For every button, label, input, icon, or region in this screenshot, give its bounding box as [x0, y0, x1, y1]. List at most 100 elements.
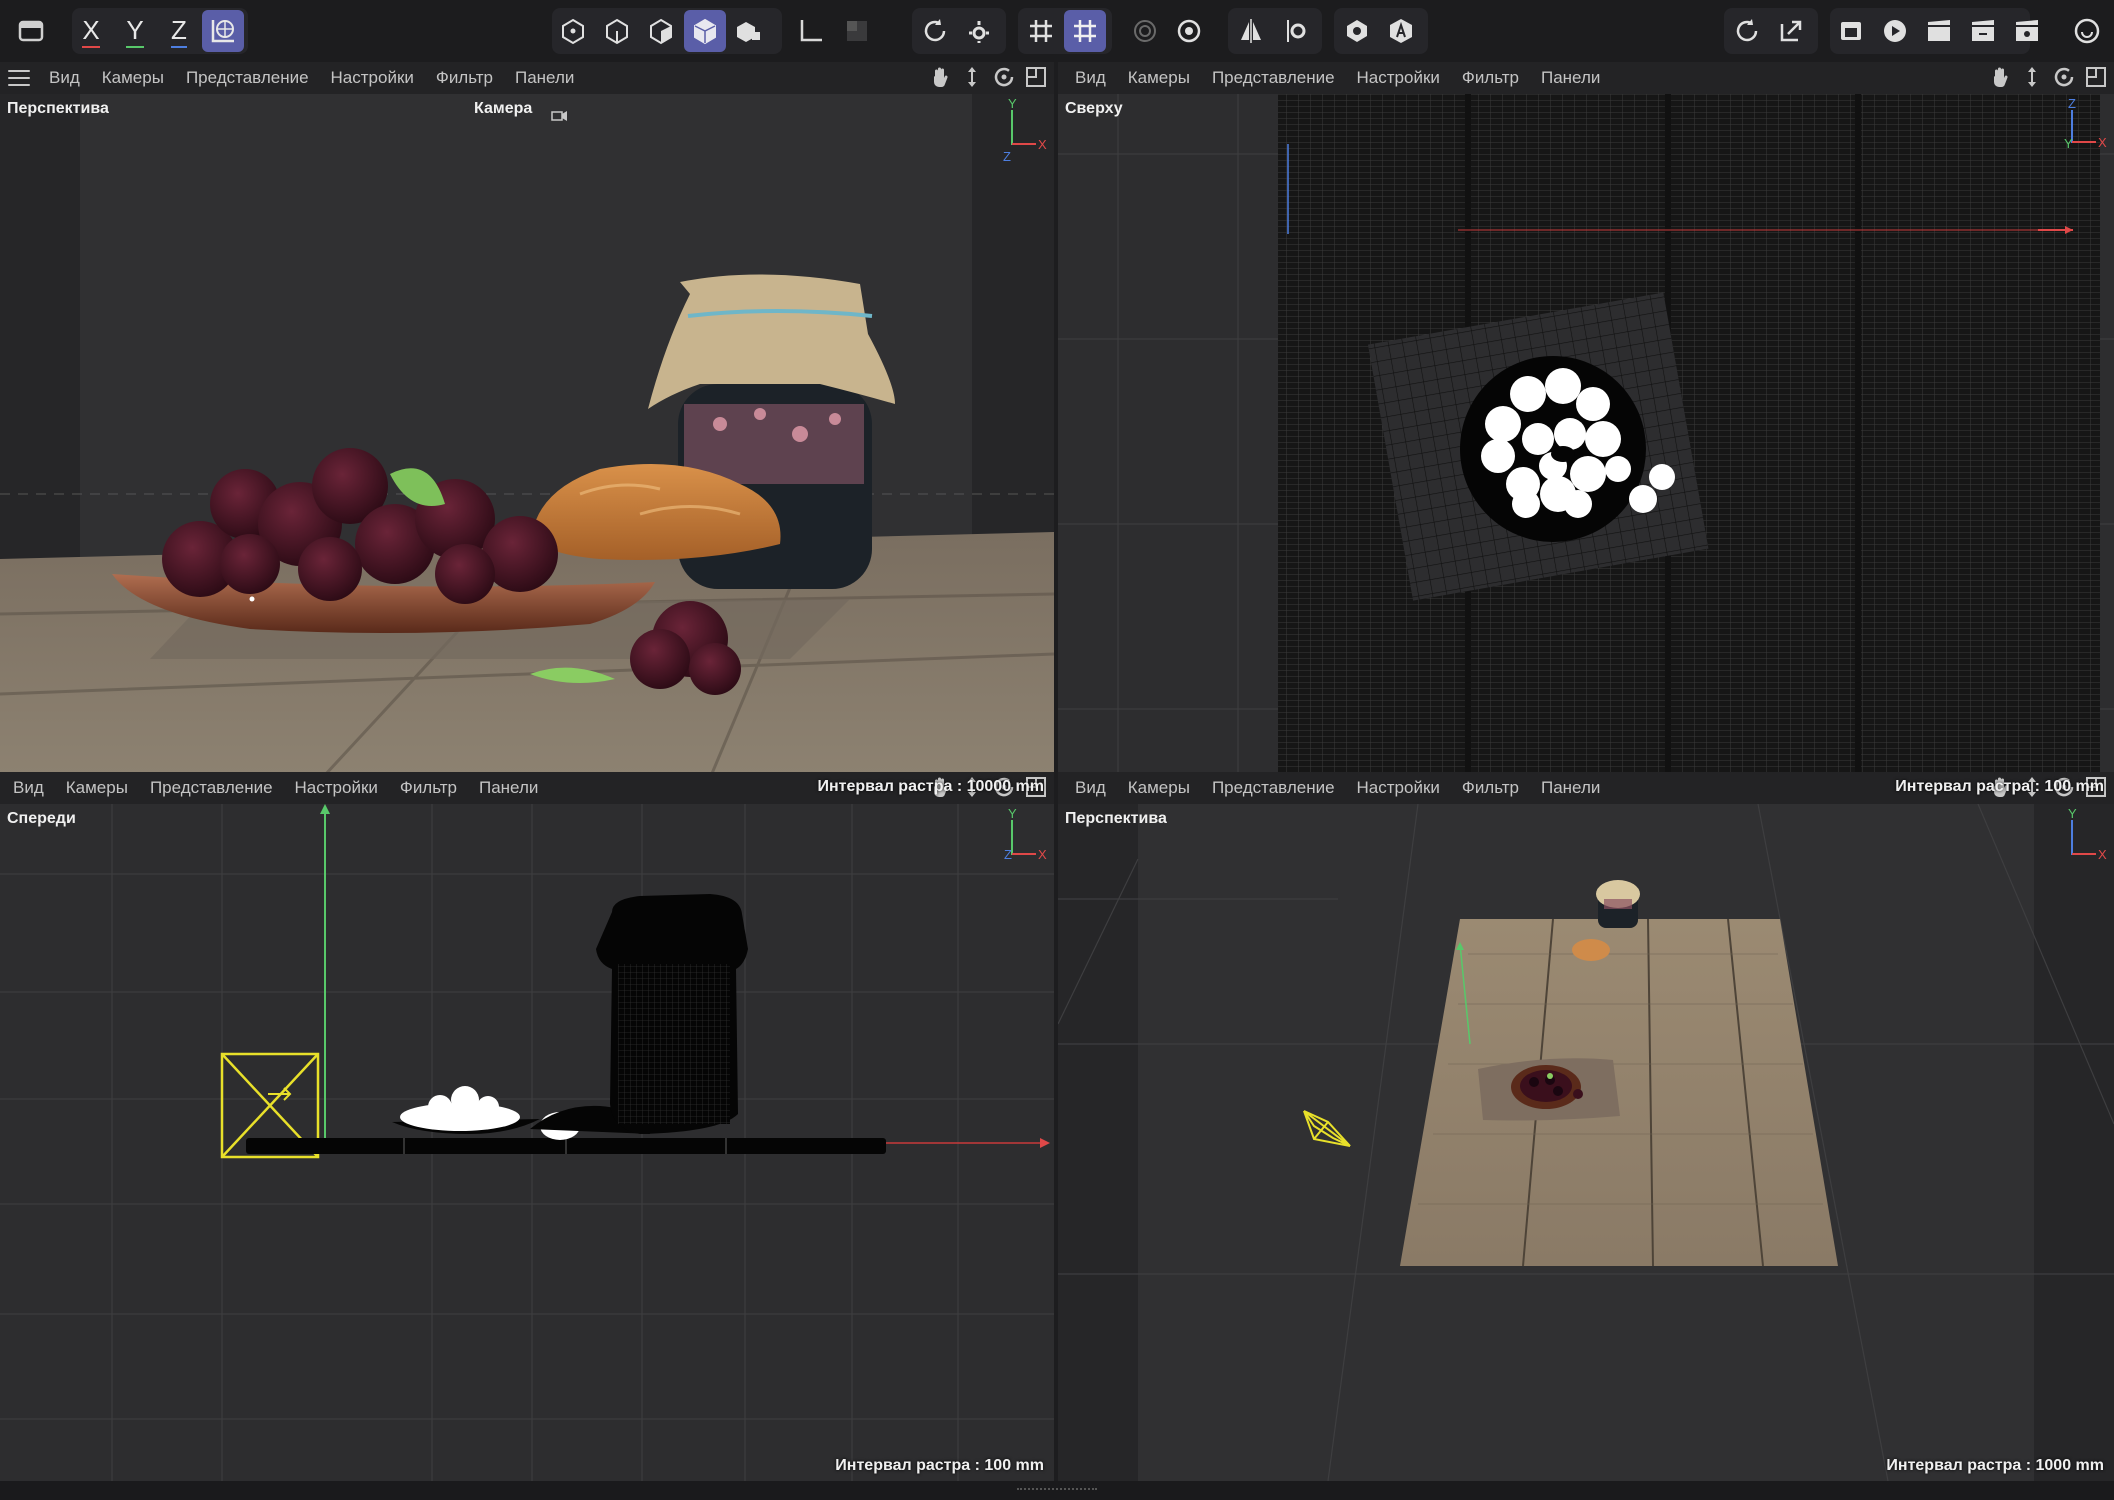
y-axis-lock[interactable]: Y — [114, 10, 156, 52]
menu-filter[interactable]: Фильтр — [1451, 68, 1530, 88]
z-axis-label: Z — [171, 15, 187, 48]
refresh-icon[interactable] — [1726, 10, 1768, 52]
menu-options[interactable]: Настройки — [320, 68, 425, 88]
edges-mode-icon[interactable] — [596, 10, 638, 52]
undo-redo-icon[interactable] — [10, 10, 52, 52]
z-axis-lock[interactable]: Z — [158, 10, 200, 52]
gizmo-x-label: X — [2098, 847, 2107, 862]
gizmo-z-label: Z — [2068, 98, 2076, 111]
menu-display[interactable]: Представление — [139, 778, 284, 798]
menu-cameras[interactable]: Камеры — [91, 68, 175, 88]
symmetry-icon[interactable] — [1230, 10, 1272, 52]
soft-select-icon[interactable] — [1124, 10, 1166, 52]
grid-snap-icon[interactable] — [1020, 10, 1062, 52]
perspective-camera-scene — [0, 94, 1054, 802]
settings-gear-icon[interactable] — [1168, 10, 1210, 52]
menu-view[interactable]: Вид — [1064, 778, 1117, 798]
active-camera-label[interactable]: Камера — [474, 100, 532, 118]
modeling-settings-icon[interactable] — [1274, 10, 1316, 52]
menu-cameras[interactable]: Камеры — [1117, 778, 1201, 798]
gizmo-z-label: Z — [1004, 847, 1012, 862]
viewport-perspective-camera[interactable]: Вид Камеры Представление Настройки Фильт… — [0, 62, 1054, 802]
y-axis-label: Y — [126, 15, 144, 48]
menu-options[interactable]: Настройки — [1346, 778, 1451, 798]
rotate-view-icon[interactable] — [2052, 65, 2076, 89]
menu-filter[interactable]: Фильтр — [389, 778, 468, 798]
viewport-perspective[interactable]: Вид Камеры Представление Настройки Фильт… — [1058, 772, 2114, 1481]
grid-spacing-note: Интервал растра : 10000 mm — [817, 778, 1045, 795]
render-region-icon[interactable] — [914, 10, 956, 52]
rotate-view-icon[interactable] — [992, 65, 1016, 89]
clapper-icon[interactable] — [1918, 10, 1960, 52]
viewport-top[interactable]: Вид Камеры Представление Настройки Фильт… — [1058, 62, 2114, 802]
gizmo-z-label: Z — [1003, 149, 1011, 164]
viewport-canvas[interactable]: Перспектива Y X Интервал растра : 1000 m… — [1058, 804, 2114, 1481]
resize-handle[interactable] — [1017, 1488, 1097, 1492]
gizmo-x-label: X — [1038, 847, 1047, 862]
menu-cameras[interactable]: Камеры — [55, 778, 139, 798]
menu-panels[interactable]: Панели — [504, 68, 585, 88]
gizmo-y-label: Y — [2064, 136, 2073, 151]
move-view-icon[interactable] — [2020, 65, 2044, 89]
render-settings-icon[interactable] — [958, 10, 1000, 52]
menu-display[interactable]: Представление — [1201, 778, 1346, 798]
menu-view[interactable]: Вид — [38, 68, 91, 88]
axis-gizmo: Y X — [2050, 806, 2110, 878]
object-mode-icon[interactable] — [728, 10, 770, 52]
axis-icon[interactable] — [790, 10, 832, 52]
main-toolbar: X Y Z — [0, 0, 2114, 62]
clapper-settings-icon[interactable] — [2006, 10, 2048, 52]
top-view-scene — [1058, 94, 2114, 802]
polygons-mode-icon[interactable] — [640, 10, 682, 52]
menu-view[interactable]: Вид — [1064, 68, 1117, 88]
status-strip — [0, 1481, 2114, 1500]
menu-options[interactable]: Настройки — [284, 778, 389, 798]
menu-filter[interactable]: Фильтр — [1451, 778, 1530, 798]
menu-view[interactable]: Вид — [2, 778, 55, 798]
grid-spacing-note: Интервал растра : 100 mm — [835, 1457, 1044, 1474]
export-icon[interactable] — [1770, 10, 1812, 52]
ai-icon[interactable] — [1380, 10, 1422, 52]
table-edge — [246, 1138, 886, 1154]
move-view-icon[interactable] — [960, 65, 984, 89]
viewport-title: Перспектива — [1065, 810, 1167, 827]
viewport-canvas[interactable]: Перспектива Камера Y X Z Интервал растра… — [0, 94, 1054, 802]
workplane-snap-icon[interactable] — [1064, 10, 1106, 52]
texture-icon[interactable] — [836, 10, 878, 52]
gizmo-y-label: Y — [1008, 808, 1017, 821]
menu-options[interactable]: Настройки — [1346, 68, 1451, 88]
maximize-view-icon[interactable] — [2084, 65, 2108, 89]
render-view-icon[interactable] — [1830, 10, 1872, 52]
x-axis-label: X — [82, 15, 100, 48]
pan-hand-icon[interactable] — [928, 65, 952, 89]
menu-display[interactable]: Представление — [1201, 68, 1346, 88]
menu-panels[interactable]: Панели — [1530, 68, 1611, 88]
axis-gizmo: Y X Z — [990, 96, 1050, 168]
viewport-canvas[interactable]: Спереди Y Z X Интервал растра : 100 mm — [0, 804, 1054, 1481]
menu-panels[interactable]: Панели — [468, 778, 549, 798]
menu-display[interactable]: Представление — [175, 68, 320, 88]
x-axis-lock[interactable]: X — [70, 10, 112, 52]
viewport-menu: Вид Камеры Представление Настройки Фильт… — [0, 62, 1054, 94]
points-mode-icon[interactable] — [552, 10, 594, 52]
viewport-canvas[interactable]: Сверху Z Y X Интервал растра : 100 mm — [1058, 94, 2114, 802]
maximize-view-icon[interactable] — [1024, 65, 1048, 89]
hamburger-menu-icon[interactable] — [8, 70, 30, 86]
pan-hand-icon[interactable] — [1988, 65, 2012, 89]
jar-perspective — [1596, 880, 1640, 928]
menu-cameras[interactable]: Камеры — [1117, 68, 1201, 88]
world-coords-icon[interactable] — [202, 10, 244, 52]
gizmo-y-label: Y — [2068, 808, 2077, 821]
render-picture-viewer-icon[interactable] — [1874, 10, 1916, 52]
viewport-title: Спереди — [7, 810, 76, 827]
clapper-edit-icon[interactable] — [1962, 10, 2004, 52]
viewport-title: Перспектива — [7, 100, 109, 117]
visibility-icon[interactable] — [1336, 10, 1378, 52]
menu-panels[interactable]: Панели — [1530, 778, 1611, 798]
viewport-front[interactable]: Вид Камеры Представление Настройки Фильт… — [0, 772, 1054, 1481]
model-mode-icon[interactable] — [684, 10, 726, 52]
menu-filter[interactable]: Фильтр — [425, 68, 504, 88]
help-icon[interactable] — [2066, 10, 2108, 52]
bread-perspective — [1572, 939, 1610, 961]
grid-spacing-note: Интервал растра : 100 mm — [1895, 778, 2104, 795]
